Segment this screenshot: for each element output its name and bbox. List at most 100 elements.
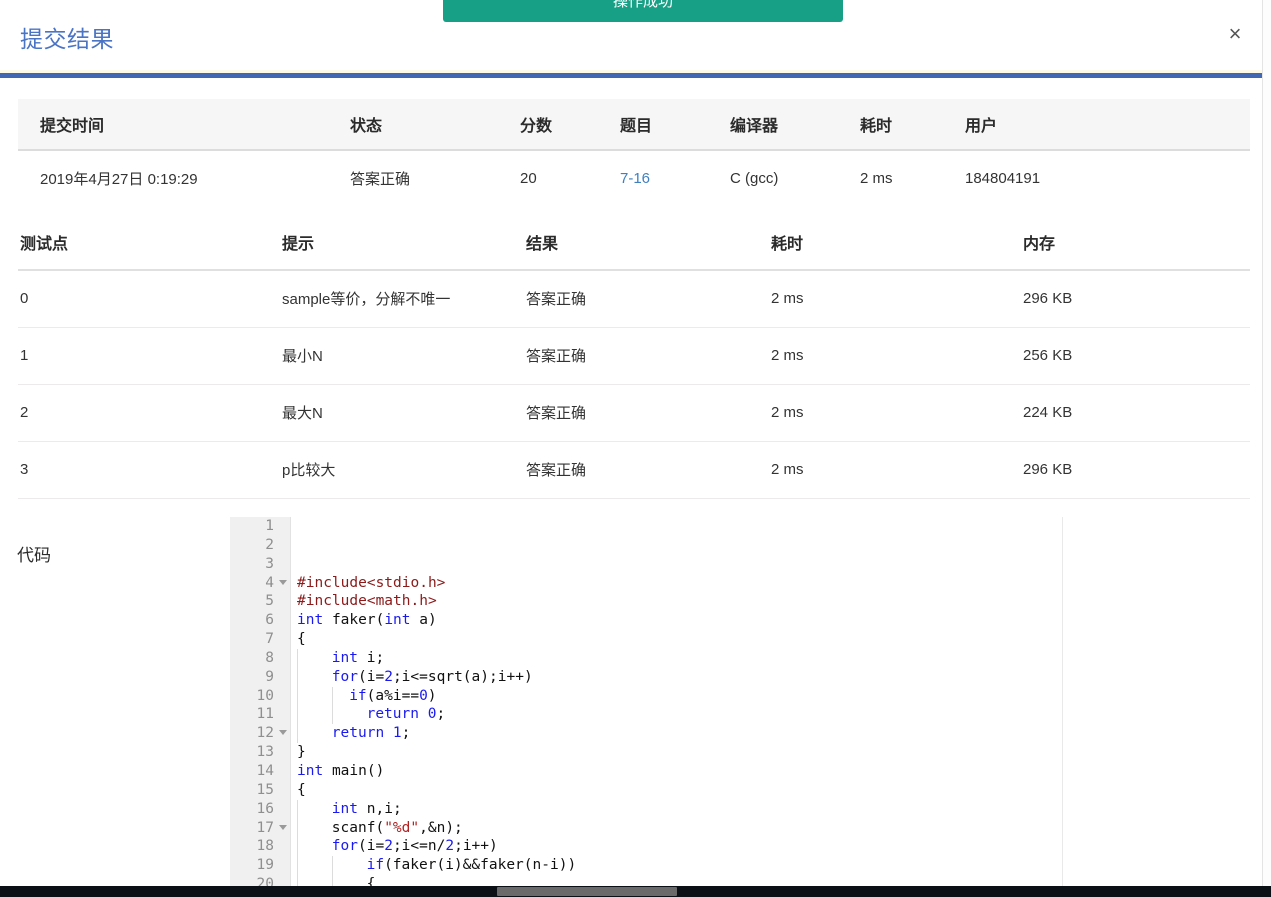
column-header-user: 用户 (943, 99, 1250, 151)
line-number: 14 (256, 762, 274, 779)
code-section-label: 代码 (17, 546, 51, 565)
code-line: if(a%i==0) (297, 686, 1263, 706)
cell-hint: p比较大 (280, 441, 524, 499)
cell-memory: 256 KB (1021, 327, 1250, 385)
cell-time: 2 ms (769, 270, 1021, 328)
column-header-score: 分数 (498, 99, 598, 151)
line-number: 16 (256, 800, 274, 817)
line-number: 17 (230, 819, 290, 838)
column-header-duration: 耗时 (838, 99, 943, 151)
line-number-gutter: 1 2 3 4 5 6 7 8 9 10 11 12 13 14 15 16 17 18 19 20 (230, 517, 291, 889)
line-number: 7 (265, 631, 274, 648)
line-number: 10 (256, 687, 274, 704)
cell-memory: 296 KB (1021, 270, 1250, 328)
cell-problem: 7-16 (598, 150, 708, 206)
line-number: 19 (256, 857, 274, 874)
column-header-time: 提交时间 (18, 99, 328, 151)
cell-time: 2 ms (769, 441, 1021, 499)
code-line: int n,i; (297, 799, 1263, 819)
cell-testpoint-index: 2 (18, 384, 280, 442)
fold-arrow-icon[interactable] (279, 579, 287, 585)
cell-compiler: C (gcc) (730, 170, 779, 187)
cell-user: 184804191 (965, 170, 1041, 187)
cell-testpoint-index: 0 (18, 270, 280, 328)
cell-hint: 最小N (280, 327, 524, 385)
cell-result: 答案正确 (524, 441, 769, 499)
status-badge: 答案正确 (350, 171, 411, 188)
cell-result: 答案正确 (524, 327, 769, 385)
line-number: 4 (230, 574, 290, 593)
page-title: 提交结果 (20, 26, 114, 52)
line-number: 11 (256, 706, 274, 723)
line-number: 9 (265, 668, 274, 685)
header-accent-rule (0, 73, 1262, 78)
code-line: scanf("%d",&n); (297, 818, 1263, 838)
code-line: return 1; (297, 724, 1263, 744)
cell-testpoint-index: 1 (18, 327, 280, 385)
problem-link[interactable]: 7-16 (620, 170, 650, 187)
code-editor[interactable]: 1 2 3 4 5 6 7 8 9 10 11 12 13 14 15 16 17 18 19 20 #include… (230, 517, 1263, 889)
code-content[interactable]: #include<stdio.h> #include<math.h> int fak… (292, 517, 1263, 889)
cell-memory: 296 KB (1021, 441, 1250, 499)
submission-summary-table: 提交时间 状态 分数 题目 编译器 耗时 用户 2019年4月27日 0:19:… (18, 99, 1250, 206)
table-row: 1 最小N 答案正确 2 ms 256 KB (18, 327, 1250, 385)
horizontal-scrollbar[interactable] (0, 886, 1271, 897)
cell-duration: 2 ms (860, 170, 893, 187)
horizontal-scrollbar-thumb[interactable] (497, 887, 677, 896)
cell-hint: 最大N (280, 384, 524, 442)
submission-result-modal: 操作成功 提交结果 × 提交时间 状态 分数 题目 编译器 耗时 用户 2019… (0, 0, 1271, 897)
cell-result: 答案正确 (524, 270, 769, 328)
fold-arrow-icon[interactable] (279, 824, 287, 830)
code-line: } (297, 744, 306, 761)
line-number: 12 (230, 724, 290, 743)
column-header-testpoint: 测试点 (18, 215, 280, 271)
code-line: return 0; (297, 705, 1263, 725)
code-line: for(i=2;i<=sqrt(a);i++) (297, 667, 1263, 687)
column-header-compiler: 编译器 (708, 99, 838, 151)
code-line: if(faker(i)&&faker(n-i)) (297, 856, 1263, 876)
cell-submit-time: 2019年4月27日 0:19:29 (40, 171, 198, 188)
table-row: 3 p比较大 答案正确 2 ms 296 KB (18, 441, 1250, 499)
success-toast: 操作成功 (443, 0, 843, 22)
column-header-memory: 内存 (1021, 215, 1250, 271)
cell-result: 答案正确 (524, 384, 769, 442)
line-number: 18 (256, 838, 274, 855)
line-number: 13 (256, 744, 274, 761)
cell-time: 2 ms (769, 384, 1021, 442)
table-header-row: 提交时间 状态 分数 题目 编译器 耗时 用户 (18, 99, 1250, 151)
table-row: 0 sample等价，分解不唯一 答案正确 2 ms 296 KB (18, 270, 1250, 328)
testpoint-table: 测试点 提示 结果 耗时 内存 0 sample等价，分解不唯一 答案正确 2 ms 2… (18, 215, 1250, 499)
column-header-problem: 题目 (598, 99, 708, 151)
cell-testpoint-index: 3 (18, 441, 280, 499)
line-number: 2 (265, 536, 274, 553)
code-line: { (297, 781, 306, 798)
line-number: 5 (265, 593, 274, 610)
line-number: 3 (265, 555, 274, 572)
table-row: 2019年4月27日 0:19:29 答案正确 20 7-16 C (gcc) … (18, 150, 1250, 206)
code-line: int main() (297, 762, 385, 779)
code-line: for(i=2;i<=n/2;i++) (297, 837, 1263, 857)
toast-message: 操作成功 (612, 0, 673, 10)
code-line: int faker(int a) (297, 612, 437, 629)
code-line: #include<math.h> (297, 593, 437, 610)
line-number: 8 (265, 649, 274, 666)
print-margin-guide (1062, 517, 1063, 889)
line-number: 15 (256, 781, 274, 798)
table-header-row: 测试点 提示 结果 耗时 内存 (18, 215, 1250, 271)
close-icon[interactable]: × (1221, 20, 1249, 48)
vertical-scrollbar[interactable] (1262, 0, 1271, 889)
column-header-hint: 提示 (280, 215, 524, 271)
line-number: 1 (265, 518, 274, 534)
code-line: { (297, 631, 306, 648)
column-header-status: 状态 (328, 99, 498, 151)
cell-hint: sample等价，分解不唯一 (280, 270, 524, 328)
cell-score: 20 (520, 170, 537, 187)
fold-arrow-icon[interactable] (279, 730, 287, 736)
column-header-time: 耗时 (769, 215, 1021, 271)
code-line: #include<stdio.h> (297, 574, 446, 591)
cell-memory: 224 KB (1021, 384, 1250, 442)
column-header-result: 结果 (524, 215, 769, 271)
line-number: 6 (265, 612, 274, 629)
table-row: 2 最大N 答案正确 2 ms 224 KB (18, 384, 1250, 442)
cell-time: 2 ms (769, 327, 1021, 385)
